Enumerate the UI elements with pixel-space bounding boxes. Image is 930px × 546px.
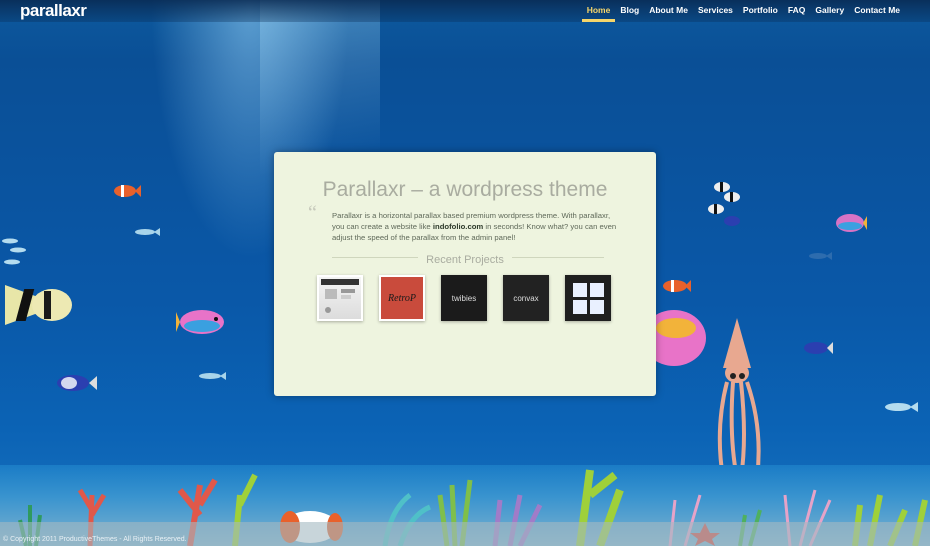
tropical-fish-icon bbox=[176, 310, 224, 334]
project-thumb-4[interactable]: convax bbox=[503, 275, 549, 321]
small-fish-icon bbox=[199, 372, 226, 380]
nav-portfolio[interactable]: Portfolio bbox=[738, 5, 783, 15]
footer-copyright: © Copyright 2011 ProductiveThemes - All … bbox=[3, 536, 187, 543]
ui-kit-preview-icon bbox=[321, 279, 359, 313]
nav-faq[interactable]: FAQ bbox=[783, 5, 810, 15]
clownfish-icon bbox=[114, 185, 141, 197]
panel-title: Parallaxr – a wordpress theme bbox=[322, 178, 608, 201]
recent-projects-heading: Recent Projects bbox=[274, 250, 656, 268]
recent-projects-list: RetroP twibies convax bbox=[317, 275, 611, 321]
large-tropical-fish-icon bbox=[656, 310, 706, 366]
project-thumb-2[interactable]: RetroP bbox=[379, 275, 425, 321]
project-thumb-5[interactable] bbox=[565, 275, 611, 321]
main-nav: Home Blog About Me Services Portfolio FA… bbox=[581, 5, 905, 22]
quote-mark-icon: “ bbox=[308, 202, 317, 224]
blue-fish-icon bbox=[804, 342, 833, 354]
recent-projects-label: Recent Projects bbox=[418, 254, 512, 266]
small-fish-icon bbox=[885, 402, 918, 412]
site-logo[interactable]: parallaxr bbox=[20, 1, 87, 21]
icon-grid-preview bbox=[572, 282, 604, 314]
nav-about-me[interactable]: About Me bbox=[644, 5, 693, 15]
tropical-fish-icon bbox=[836, 214, 867, 232]
striped-fish-school-icon bbox=[708, 182, 740, 226]
project-thumb-3[interactable]: twibies bbox=[441, 275, 487, 321]
indofolio-link[interactable]: indofolio.com bbox=[433, 222, 483, 231]
nav-home[interactable]: Home bbox=[581, 5, 616, 22]
small-fish-icon bbox=[135, 228, 160, 236]
small-fish-icon bbox=[809, 252, 832, 260]
clownfish-icon bbox=[663, 280, 691, 292]
small-fish-school-icon bbox=[2, 238, 26, 265]
nav-gallery[interactable]: Gallery bbox=[810, 5, 849, 15]
nav-blog[interactable]: Blog bbox=[615, 5, 644, 15]
blue-fish-icon bbox=[57, 375, 97, 391]
top-navigation-bar: parallaxr Home Blog About Me Services Po… bbox=[0, 0, 930, 22]
squid-icon bbox=[717, 318, 761, 479]
project-thumb-1[interactable] bbox=[317, 275, 363, 321]
intro-panel: Parallaxr – a wordpress theme “ Parallax… bbox=[274, 152, 656, 396]
nav-contact-me[interactable]: Contact Me bbox=[849, 5, 905, 15]
angelfish-icon bbox=[5, 285, 72, 325]
intro-text: Parallaxr is a horizontal parallax based… bbox=[332, 210, 622, 243]
nav-services[interactable]: Services bbox=[693, 5, 738, 15]
